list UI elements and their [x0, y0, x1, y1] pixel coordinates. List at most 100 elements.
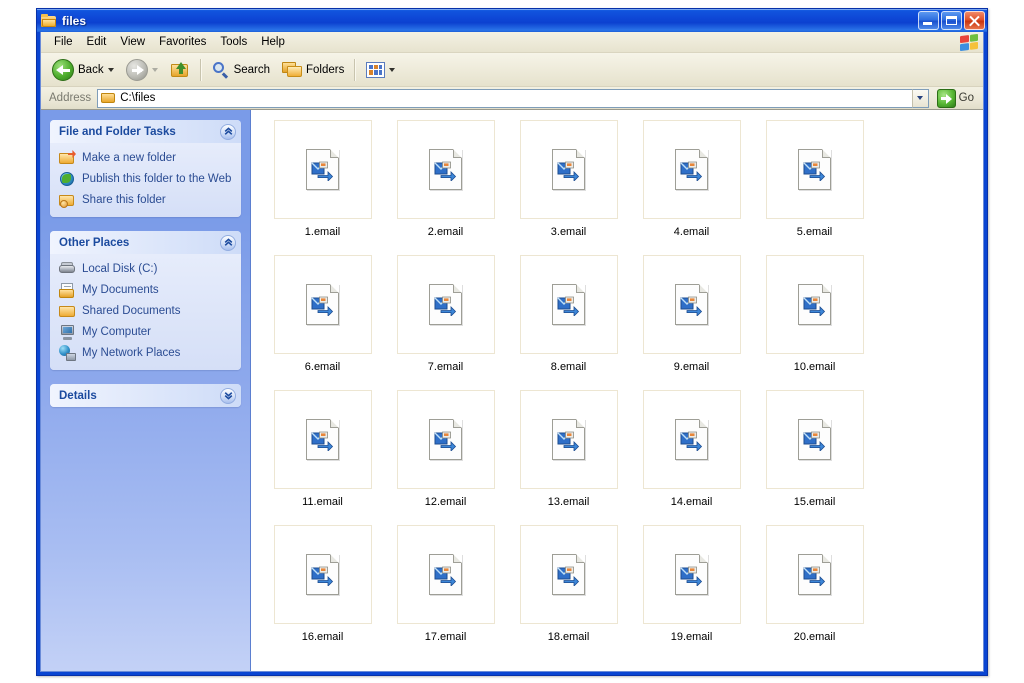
forward-dropdown-icon[interactable] [152, 68, 158, 72]
chevron-up-icon[interactable] [220, 235, 236, 251]
place-my-computer[interactable]: My Computer [59, 324, 235, 340]
file-label: 1.email [302, 225, 343, 239]
place-shared-documents[interactable]: Shared Documents [59, 303, 235, 319]
email-file-icon [552, 149, 585, 190]
views-button[interactable] [360, 56, 401, 84]
views-icon [366, 62, 385, 78]
screen: files File Edit View Favorites Tools Hel… [0, 0, 1024, 683]
file-list-area[interactable]: 1.email 2.email 3.email 4.email 5.email 6.ema… [251, 110, 983, 671]
file-label: 13.email [545, 495, 593, 509]
menu-tools[interactable]: Tools [213, 34, 254, 50]
email-file-icon [429, 554, 462, 595]
place-local-disk-c[interactable]: Local Disk (C:) [59, 261, 235, 277]
file-label: 11.email [299, 495, 346, 509]
chevron-down-icon[interactable] [220, 388, 236, 404]
file-item[interactable]: 20.email [753, 523, 876, 658]
minimize-button[interactable] [918, 11, 939, 30]
file-item[interactable]: 4.email [630, 118, 753, 253]
address-dropdown-button[interactable] [912, 89, 929, 108]
file-label: 12.email [422, 495, 470, 509]
address-folder-icon [101, 92, 116, 104]
file-label: 3.email [548, 225, 589, 239]
folders-label: Folders [306, 64, 344, 76]
place-my-network-places[interactable]: My Network Places [59, 345, 235, 361]
panel-header-other-places[interactable]: Other Places [50, 231, 241, 254]
file-label: 8.email [548, 360, 589, 374]
panel-header-details[interactable]: Details [50, 384, 241, 407]
menu-favorites[interactable]: Favorites [152, 34, 213, 50]
menu-view[interactable]: View [113, 34, 152, 50]
email-file-icon [798, 284, 831, 325]
file-item[interactable]: 18.email [507, 523, 630, 658]
file-item[interactable]: 15.email [753, 388, 876, 523]
file-item[interactable]: 16.email [261, 523, 384, 658]
file-label: 19.email [668, 630, 716, 644]
file-label: 9.email [671, 360, 712, 374]
windows-flag-icon [960, 33, 978, 50]
email-file-icon [675, 284, 708, 325]
file-thumbnail [766, 390, 864, 489]
file-item[interactable]: 11.email [261, 388, 384, 523]
email-file-icon [552, 419, 585, 460]
window-controls [918, 11, 985, 30]
back-button[interactable]: Back [46, 56, 120, 84]
email-file-icon [429, 284, 462, 325]
file-item[interactable]: 10.email [753, 253, 876, 388]
forward-button[interactable] [120, 56, 164, 84]
go-arrow-icon [937, 89, 956, 108]
file-item[interactable]: 13.email [507, 388, 630, 523]
search-icon [212, 61, 230, 79]
address-bar: Address C:\files Go [41, 87, 983, 110]
file-item[interactable]: 6.email [261, 253, 384, 388]
explorer-window: files File Edit View Favorites Tools Hel… [36, 8, 988, 676]
task-pane: File and Folder Tasks Ma [41, 110, 251, 671]
panel-body-file-and-folder-tasks: Make a new folder Publish this folder to… [50, 143, 241, 217]
back-dropdown-icon[interactable] [108, 68, 114, 72]
task-label: Make a new folder [82, 150, 176, 165]
file-item[interactable]: 12.email [384, 388, 507, 523]
file-label: 6.email [302, 360, 343, 374]
title-bar[interactable]: files [37, 9, 987, 32]
file-item[interactable]: 5.email [753, 118, 876, 253]
panel-title: File and Folder Tasks [59, 126, 220, 138]
menu-file[interactable]: File [47, 34, 80, 50]
file-label: 5.email [794, 225, 835, 239]
share-folder-icon [59, 192, 76, 208]
close-button[interactable] [964, 11, 985, 30]
file-item[interactable]: 1.email [261, 118, 384, 253]
file-label: 17.email [422, 630, 470, 644]
file-label: 14.email [668, 495, 716, 509]
file-item[interactable]: 14.email [630, 388, 753, 523]
task-share-folder[interactable]: Share this folder [59, 192, 235, 208]
file-item[interactable]: 8.email [507, 253, 630, 388]
file-thumbnail [643, 525, 741, 624]
task-label: Publish this folder to the Web [82, 171, 231, 186]
go-button[interactable]: Go [933, 86, 981, 110]
file-item[interactable]: 2.email [384, 118, 507, 253]
panel-title: Other Places [59, 237, 220, 249]
menu-edit[interactable]: Edit [80, 34, 114, 50]
up-button[interactable] [164, 56, 196, 84]
file-item[interactable]: 19.email [630, 523, 753, 658]
views-dropdown-icon[interactable] [389, 68, 395, 72]
panel-header-file-and-folder-tasks[interactable]: File and Folder Tasks [50, 120, 241, 143]
email-file-icon [675, 149, 708, 190]
email-file-icon [798, 419, 831, 460]
chevron-up-icon[interactable] [220, 124, 236, 140]
task-make-new-folder[interactable]: Make a new folder [59, 150, 235, 166]
maximize-button[interactable] [941, 11, 962, 30]
task-publish-to-web[interactable]: Publish this folder to the Web [59, 171, 235, 187]
file-item[interactable]: 17.email [384, 523, 507, 658]
file-item[interactable]: 9.email [630, 253, 753, 388]
file-item[interactable]: 3.email [507, 118, 630, 253]
address-input[interactable]: C:\files [97, 89, 911, 108]
place-label: My Computer [82, 324, 151, 339]
folders-button[interactable]: Folders [276, 56, 350, 84]
file-thumbnail [643, 255, 741, 354]
file-grid: 1.email 2.email 3.email 4.email 5.email 6.ema… [261, 118, 983, 658]
file-item[interactable]: 7.email [384, 253, 507, 388]
search-button[interactable]: Search [206, 56, 276, 84]
place-my-documents[interactable]: My Documents [59, 282, 235, 298]
back-label: Back [78, 64, 104, 76]
menu-help[interactable]: Help [254, 34, 292, 50]
